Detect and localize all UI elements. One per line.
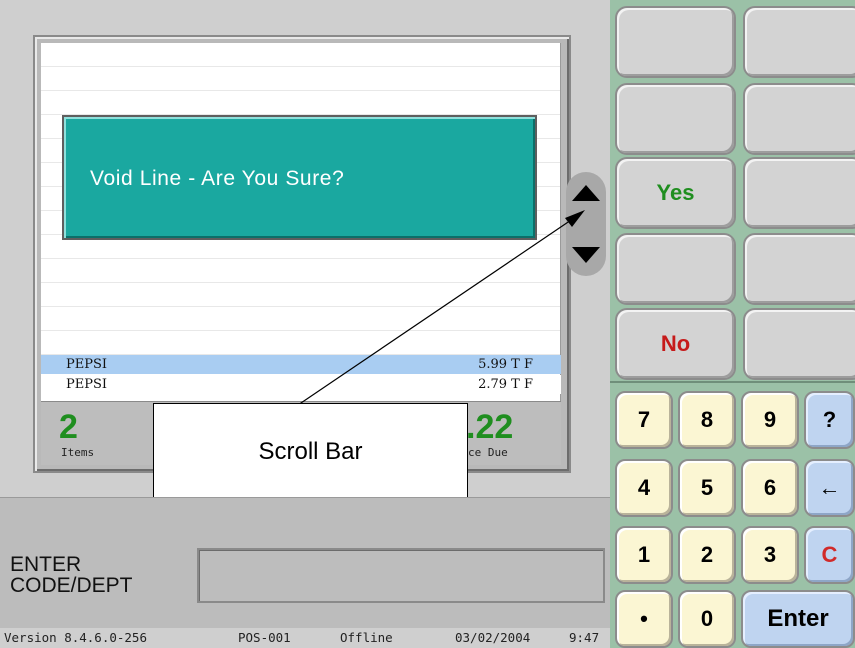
- keypad-divider: [610, 381, 855, 383]
- entry-prompt-line1: ENTER: [10, 553, 82, 576]
- status-date: 03/02/2004: [455, 630, 531, 645]
- function-key-6[interactable]: [743, 157, 855, 229]
- code-dept-input[interactable]: [197, 548, 605, 603]
- key-9[interactable]: 9: [741, 391, 799, 449]
- connection-status: Offline: [340, 630, 393, 645]
- function-key-3[interactable]: [615, 83, 736, 155]
- key-7[interactable]: 7: [615, 391, 673, 449]
- function-key-10[interactable]: [743, 308, 855, 380]
- key-1[interactable]: 1: [615, 526, 673, 584]
- left-arrow-icon[interactable]: ←: [804, 459, 855, 517]
- status-bar: Version 8.4.6.0-256 POS-001 Offline 03/0…: [0, 628, 610, 648]
- decimal-key[interactable]: •: [615, 590, 673, 648]
- key-2[interactable]: 2: [678, 526, 736, 584]
- key-4[interactable]: 4: [615, 459, 673, 517]
- key-5[interactable]: 5: [678, 459, 736, 517]
- callout-label: Scroll Bar: [258, 438, 363, 465]
- entry-prompt: ENTER CODE/DEPT: [10, 554, 133, 596]
- function-key-1[interactable]: [615, 6, 736, 78]
- function-key-2[interactable]: [743, 6, 855, 78]
- entry-prompt-line2: CODE/DEPT: [10, 574, 133, 597]
- help-key[interactable]: ?: [804, 391, 855, 449]
- status-time: 9:47: [569, 630, 600, 645]
- key-8[interactable]: 8: [678, 391, 736, 449]
- clear-key[interactable]: C: [804, 526, 855, 584]
- key-3[interactable]: 3: [741, 526, 799, 584]
- yes-button[interactable]: Yes: [615, 157, 736, 229]
- enter-key[interactable]: Enter: [741, 590, 855, 648]
- function-key-7[interactable]: [615, 233, 736, 305]
- function-key-4[interactable]: [743, 83, 855, 155]
- terminal-id: POS-001: [238, 630, 291, 645]
- no-button[interactable]: No: [615, 308, 736, 380]
- version-text: Version 8.4.6.0-256: [4, 630, 147, 645]
- function-key-8[interactable]: [743, 233, 855, 305]
- key-6[interactable]: 6: [741, 459, 799, 517]
- key-0[interactable]: 0: [678, 590, 736, 648]
